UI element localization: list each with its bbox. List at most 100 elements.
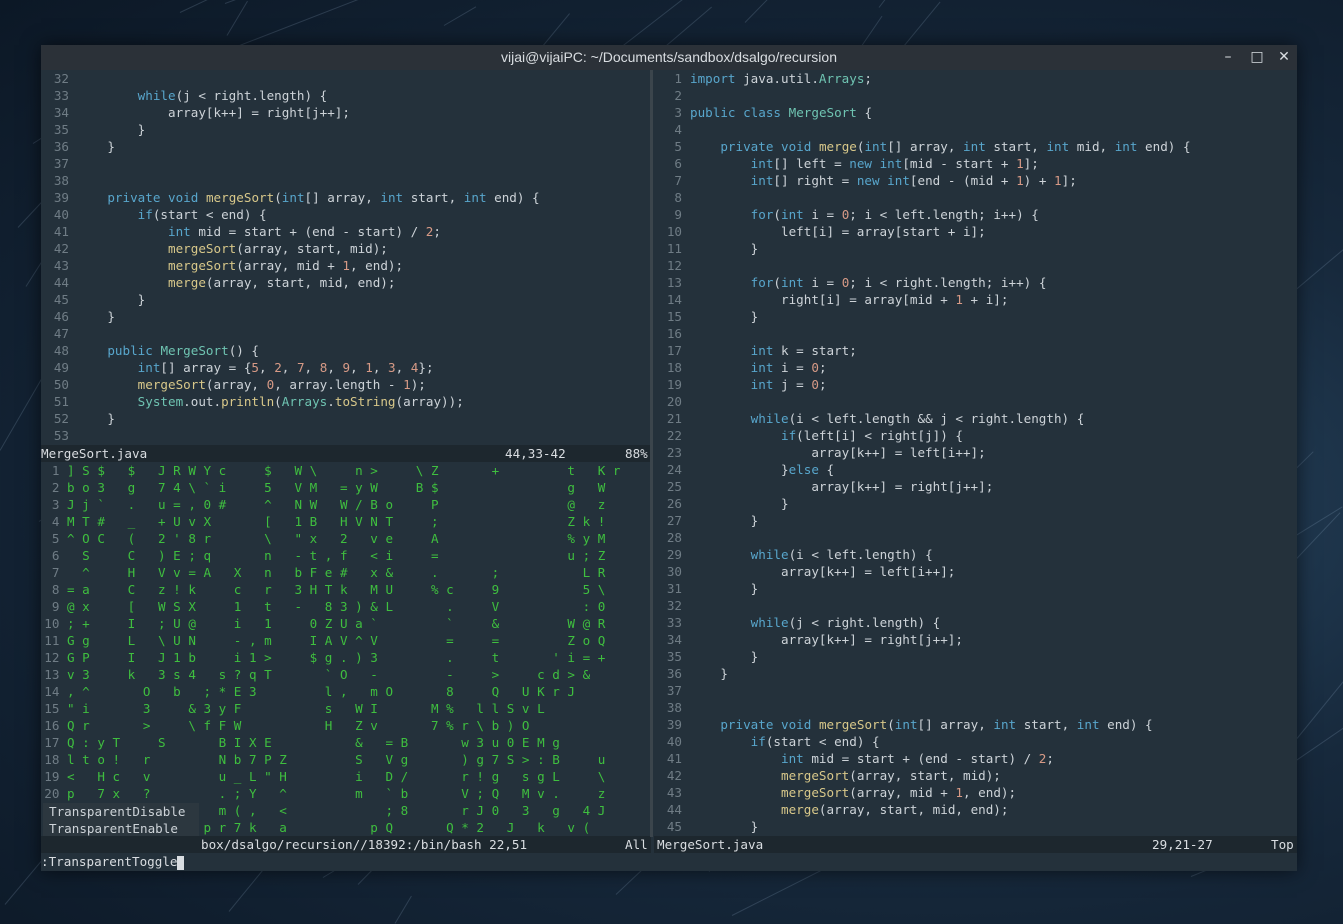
line-number: 53 (53, 428, 69, 443)
right-code-line: 8 (654, 189, 1297, 206)
line-number: 35 (53, 122, 69, 137)
minimize-icon[interactable]: – (1217, 45, 1239, 70)
right-code-line: 41 int mid = start + (end - start) / 2; (654, 750, 1297, 767)
right-code-line: 45 } (654, 818, 1297, 835)
code-text: merge(array, start, mid, end); (168, 275, 396, 290)
code-text: array[k++] = left[i++]; (690, 564, 956, 579)
right-code-line: 16 (654, 325, 1297, 342)
terminal-text: G g L \ U N - , m I A V ^ V = = Z o Q (67, 633, 606, 648)
left-code-line: 39 private void mergeSort(int[] array, i… (41, 189, 649, 206)
vertical-split-divider[interactable] (650, 70, 653, 837)
line-number: 47 (53, 326, 69, 341)
terminal-line: 13 v 3 k 3 s 4 s ? q T ` O - - > c d > & (41, 666, 651, 683)
line-number: 16 (44, 718, 67, 733)
terminal-status-text: box/dsalgo/recursion//18392:/bin/bash 22… (201, 837, 528, 852)
left-editor-pane[interactable]: 32 33 while(j < right.length) {34 array[k… (41, 70, 649, 453)
close-icon[interactable]: ✕ (1273, 45, 1295, 70)
line-number: 21 (666, 411, 682, 426)
right-code-line: 5 private void merge(int[] array, int st… (654, 138, 1297, 155)
right-editor-pane[interactable]: 1 import java.util.Arrays; 2 3 public class … (654, 70, 1297, 837)
right-code-line: 42 mergeSort(array, start, mid); (654, 767, 1297, 784)
terminal-line: 1 ] S $ $ J R W Y c $ W \ n > \ Z + t K … (41, 462, 651, 479)
right-code-line: 7 int[] right = new int[end - (mid + 1) … (654, 172, 1297, 189)
line-number: 8 (674, 190, 682, 205)
line-number: 25 (666, 479, 682, 494)
line-number: 51 (53, 394, 69, 409)
line-number: 2 (51, 480, 67, 495)
line-number: 10 (666, 224, 682, 239)
left-code-line: 40 if(start < end) { (41, 206, 649, 223)
star-streak (731, 866, 828, 916)
completion-item[interactable]: TransparentEnable (43, 820, 199, 837)
terminal-text: ^ H V v = A X n b F e # x & . ; L R (67, 565, 606, 580)
line-number: 32 (53, 71, 69, 86)
line-number: 33 (53, 88, 69, 103)
line-number: 11 (44, 633, 67, 648)
star-streak (1296, 628, 1343, 739)
line-number: 15 (44, 701, 67, 716)
terminal-text: @ x [ W S X 1 t - 8 3 ) & L . V : 0 (67, 599, 606, 614)
right-code-line: 32 (654, 597, 1297, 614)
line-number: 36 (666, 666, 682, 681)
vim-command-line[interactable]: :TransparentToggle (41, 853, 1297, 871)
star-streak (226, 0, 248, 36)
code-text: for(int i = 0; i < left.length; i++) { (750, 207, 1039, 222)
code-text: } (690, 309, 759, 324)
line-number: 40 (666, 734, 682, 749)
line-number: 13 (666, 275, 682, 290)
window-titlebar[interactable]: vijai@vijaiPC: ~/Documents/sandbox/dsalg… (41, 45, 1297, 70)
left-code-line: 34 array[k++] = right[j++]; (41, 104, 649, 121)
code-text: } (690, 819, 759, 834)
code-text: public MergeSort() { (107, 343, 260, 358)
left-code-line: 44 merge(array, start, mid, end); (41, 274, 649, 291)
line-number: 28 (666, 530, 682, 545)
line-number: 49 (53, 360, 69, 375)
right-code-line: 14 right[i] = array[mid + 1 + i]; (654, 291, 1297, 308)
line-number: 3 (51, 497, 67, 512)
left-code-line: 46 } (41, 308, 649, 325)
right-code-line: 19 int j = 0; (654, 376, 1297, 393)
terminal-line: 2 b o 3 g 7 4 \ ` i 5 V M = y W B $ g W (41, 479, 651, 496)
maximize-icon[interactable]: □ (1246, 45, 1268, 70)
right-code-line: 37 (654, 682, 1297, 699)
code-text: } (690, 649, 759, 664)
star-streak (1291, 512, 1341, 564)
line-number: 39 (53, 190, 69, 205)
terminal-pane[interactable]: 1 ] S $ $ J R W Y c $ W \ n > \ Z + t K … (41, 462, 651, 836)
line-number: 42 (53, 241, 69, 256)
line-number: 37 (666, 683, 682, 698)
terminal-line: 3 J j ` . u = , 0 # ^ N W W / B o P @ z (41, 496, 651, 513)
code-text: } (77, 309, 115, 324)
line-number: 45 (53, 292, 69, 307)
terminal-text: Q r > \ f F W H Z v 7 % r \ b ) O (67, 718, 530, 733)
terminal-line: 11 G g L \ U N - , m I A V ^ V = = Z o Q (41, 632, 651, 649)
terminal-line: 16 Q r > \ f F W H Z v 7 % r \ b ) O (41, 717, 651, 734)
line-number: 45 (666, 819, 682, 834)
star-streak (0, 376, 44, 451)
code-text: right[i] = array[mid + 1 + i]; (690, 292, 1009, 307)
left-code-line: 45 } (41, 291, 649, 308)
line-number: 29 (666, 547, 682, 562)
line-number: 44 (53, 275, 69, 290)
code-text: int j = 0; (750, 377, 827, 392)
code-text: mergeSort(array, start, mid); (781, 768, 1001, 783)
code-text: int mid = start + (end - start) / 2; (781, 751, 1054, 766)
code-text: if(left[i] < right[j]) { (781, 428, 963, 443)
right-code-line: 15 } (654, 308, 1297, 325)
right-code-line: 28 (654, 529, 1297, 546)
right-code-line: 26 } (654, 495, 1297, 512)
star-streak (443, 6, 477, 27)
line-number: 23 (666, 445, 682, 460)
line-number: 38 (53, 173, 69, 188)
completion-item[interactable]: TransparentDisable (43, 803, 199, 820)
left-code-line: 48 public MergeSort() { (41, 342, 649, 359)
terminal-text: = a C z ! k c r 3 H T k M U % c 9 5 \ (67, 582, 606, 597)
code-text: } (690, 666, 728, 681)
line-number: 39 (666, 717, 682, 732)
line-number: 26 (666, 496, 682, 511)
terminal-text: G P I J 1 b i 1 > $ g . ) 3 . t ' i = + (67, 650, 606, 665)
left-code-line: 41 int mid = start + (end - start) / 2; (41, 223, 649, 240)
right-code-line: 12 (654, 257, 1297, 274)
code-text: mergeSort(array, 0, array.length - 1); (137, 377, 426, 392)
code-text: mergeSort(array, mid + 1, end); (781, 785, 1017, 800)
